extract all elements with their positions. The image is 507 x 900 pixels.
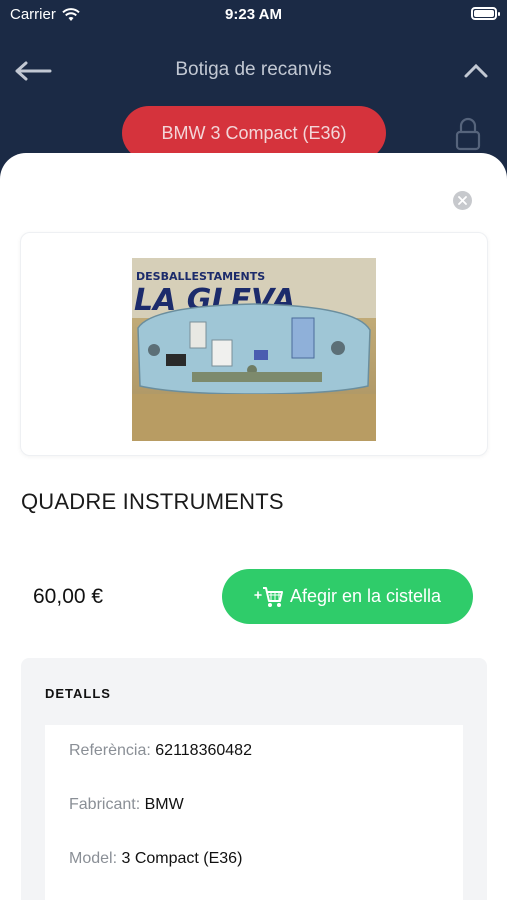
product-image-card: DESBALLESTAMENTS LA GLEVA: [20, 232, 488, 456]
details-title: DETALLS: [45, 686, 111, 701]
battery-icon: [471, 7, 500, 20]
details-list: Referència: 62118360482 Fabricant: BMW M…: [45, 725, 463, 900]
lock-icon: [455, 117, 481, 151]
vehicle-selector-button[interactable]: BMW 3 Compact (E36): [122, 106, 386, 160]
close-icon: [458, 196, 467, 205]
page-title: Botiga de recanvis: [175, 59, 332, 80]
collapse-button[interactable]: [461, 56, 491, 86]
navigation-bar: Botiga de recanvis: [0, 48, 507, 94]
status-time: 9:23 AM: [225, 6, 282, 23]
product-photo[interactable]: DESBALLESTAMENTS LA GLEVA: [132, 258, 376, 441]
add-cart-icon: [254, 586, 283, 607]
detail-row-model: Model: 3 Compact (E36): [69, 850, 242, 868]
detail-key: Fabricant:: [69, 796, 145, 813]
photo-banner-small: DESBALLESTAMENTS: [136, 270, 265, 283]
detail-key: Referència:: [69, 742, 156, 759]
detail-value: BMW: [144, 796, 184, 813]
chevron-up-icon: [464, 63, 488, 78]
product-name: QUADRE INSTRUMENTS: [21, 489, 284, 514]
detail-value: 62118360482: [155, 742, 252, 759]
add-to-cart-button[interactable]: Afegir en la cistella: [222, 569, 473, 624]
status-bar: Carrier 9:23 AM: [0, 0, 507, 30]
add-to-cart-label: Afegir en la cistella: [289, 586, 442, 606]
lock-button[interactable]: [453, 116, 483, 152]
details-section: DETALLS Referència: 62118360482 Fabrican…: [21, 658, 487, 900]
product-price: 60,00 €: [33, 585, 104, 608]
product-detail-sheet: DESBALLESTAMENTS LA GLEVA QUADRE INSTRUM…: [0, 153, 507, 900]
detail-row-manufacturer: Fabricant: BMW: [69, 796, 184, 814]
detail-key: Model:: [69, 850, 122, 867]
close-button[interactable]: [453, 191, 472, 210]
detail-row-reference: Referència: 62118360482: [69, 742, 252, 760]
instrument-cluster-photo: DESBALLESTAMENTS LA GLEVA: [132, 258, 376, 441]
detail-value: 3 Compact (E36): [121, 850, 243, 867]
